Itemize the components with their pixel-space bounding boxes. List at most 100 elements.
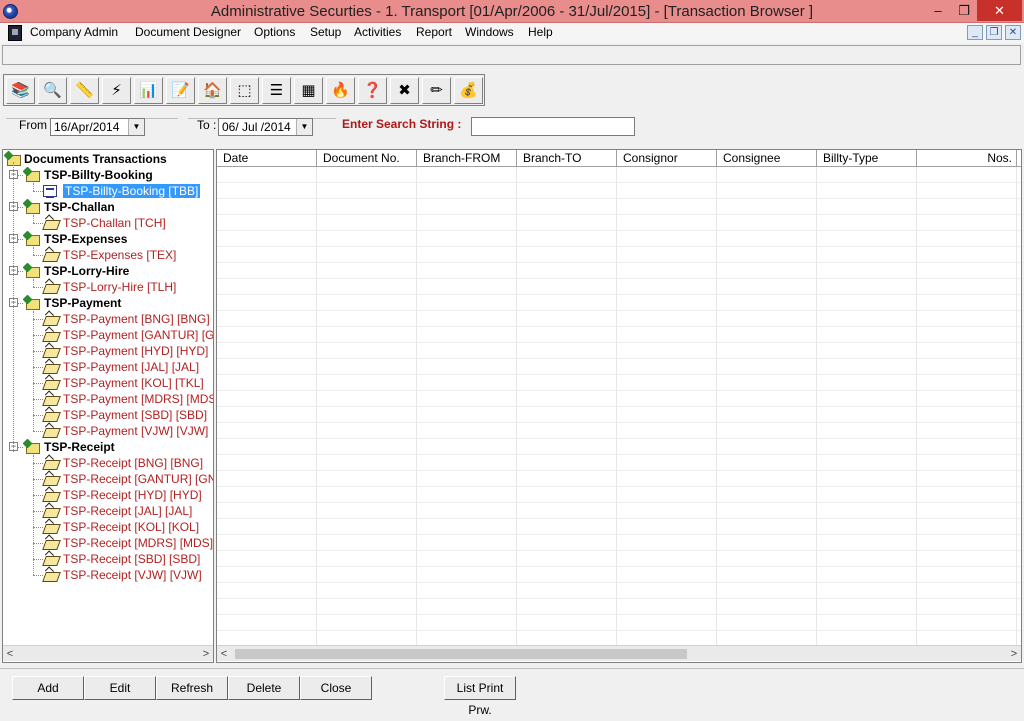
- tree-group-tsp-payment[interactable]: TSP-Payment: [3, 295, 121, 311]
- pen-document-icon: [43, 424, 59, 437]
- close-x-icon: ✖: [398, 82, 411, 99]
- chevron-down-icon[interactable]: ▼: [296, 119, 312, 135]
- document-tree[interactable]: Documents Transactions − TSP-Billty-Bookin…: [2, 149, 214, 663]
- tree-item-tsp-expenses-tex[interactable]: TSP-Expenses [TEX]: [3, 247, 176, 263]
- tree-group-label: TSP-Receipt: [44, 440, 115, 454]
- search-input[interactable]: [471, 117, 635, 136]
- menu-bar: Company Admin Document Designer Options …: [0, 23, 1024, 43]
- tree-item-label: TSP-Payment [MDRS] [MDS]: [63, 392, 214, 406]
- menu-company-admin[interactable]: Company Admin: [30, 25, 118, 39]
- toolbar-button-books[interactable]: 📚: [6, 77, 35, 104]
- tree-item-tsp-receipt-jal-jal[interactable]: TSP-Receipt [JAL] [JAL]: [3, 503, 192, 519]
- to-date-picker[interactable]: 06/ Jul /2014 ▼: [218, 118, 313, 136]
- menu-document-designer[interactable]: Document Designer: [135, 25, 241, 39]
- toolbar-button-cashbox[interactable]: 💰: [454, 77, 483, 104]
- folder-icon: [24, 232, 40, 246]
- tree-root[interactable]: Documents Transactions: [3, 151, 167, 167]
- minimize-button[interactable]: –: [925, 0, 951, 21]
- from-date-picker[interactable]: 16/Apr/2014 ▼: [50, 118, 145, 136]
- tree-item-label: TSP-Lorry-Hire [TLH]: [63, 280, 177, 294]
- restore-button[interactable]: ❐: [951, 0, 977, 21]
- toolbar-button-lines[interactable]: ☰: [262, 77, 291, 104]
- transaction-grid[interactable]: Date Document No. Branch-FROM Branch-TO Cons…: [216, 149, 1022, 663]
- mdi-minimize-button[interactable]: _: [967, 25, 983, 40]
- tree-item-label: TSP-Receipt [MDRS] [MDS]: [63, 536, 214, 550]
- tree-group-tsp-lorry-hire[interactable]: TSP-Lorry-Hire: [3, 263, 129, 279]
- tree-connector: [33, 311, 34, 431]
- scroll-left-icon[interactable]: <: [3, 646, 17, 662]
- tree-item-label: TSP-Receipt [BNG] [BNG]: [63, 456, 204, 470]
- tree-item-tsp-challan-tch[interactable]: TSP-Challan [TCH]: [3, 215, 166, 231]
- column-header-consignee[interactable]: Consignee: [717, 150, 817, 167]
- add-button[interactable]: Add: [12, 676, 84, 700]
- tree-item-label: TSP-Receipt [GANTUR] [GNT]: [63, 472, 214, 486]
- mdi-close-button[interactable]: ✕: [1005, 25, 1021, 40]
- status-strip: [2, 45, 1021, 65]
- tree-horizontal-scrollbar[interactable]: < >: [3, 645, 213, 661]
- grid-body[interactable]: [217, 167, 1021, 645]
- toolbar-button-frame[interactable]: ⬚: [230, 77, 259, 104]
- toolbar-button-lightning[interactable]: ⚡: [102, 77, 131, 104]
- tree-item-label: TSP-Receipt [HYD] [HYD]: [63, 488, 202, 502]
- list-print-preview-button[interactable]: List Print Prw.: [444, 676, 516, 717]
- folder-icon: [24, 440, 40, 454]
- toolbar-button-close-x[interactable]: ✖: [390, 77, 419, 104]
- tree-item-tsp-lorry-hire-tlh[interactable]: TSP-Lorry-Hire [TLH]: [3, 279, 176, 295]
- pen-document-icon: [43, 504, 59, 517]
- column-header-document-no[interactable]: Document No.: [317, 150, 417, 167]
- edit-button[interactable]: Edit: [84, 676, 156, 700]
- tree-group-tsp-challan[interactable]: TSP-Challan: [3, 199, 115, 215]
- toolbar-button-fire[interactable]: 🔥: [326, 77, 355, 104]
- folder-icon: [24, 200, 40, 214]
- toolbar-button-calendar-grid[interactable]: ▦: [294, 77, 323, 104]
- column-header-billty-type[interactable]: Billty-Type: [817, 150, 917, 167]
- menu-activities[interactable]: Activities: [354, 25, 401, 39]
- toolbar-button-preview[interactable]: 🔍: [38, 77, 67, 104]
- pen-document-icon: [43, 552, 59, 565]
- tree-group-tsp-expenses[interactable]: TSP-Expenses: [3, 231, 127, 247]
- column-header-consignor[interactable]: Consignor: [617, 150, 717, 167]
- toolbar-button-ruler[interactable]: 📏: [70, 77, 99, 104]
- menu-help[interactable]: Help: [528, 25, 553, 39]
- delete-button[interactable]: Delete: [228, 676, 300, 700]
- toolbar-button-bar-chart[interactable]: 📊: [134, 77, 163, 104]
- lines-icon: ☰: [269, 82, 284, 99]
- column-header-branch-from[interactable]: Branch-FROM: [417, 150, 517, 167]
- column-header-branch-to[interactable]: Branch-TO: [517, 150, 617, 167]
- tree-item-label: TSP-Payment [VJW] [VJW]: [63, 424, 209, 438]
- pen-document-icon: [43, 216, 59, 229]
- tree-group-label: TSP-Expenses: [44, 232, 128, 246]
- close-button[interactable]: Close: [300, 676, 372, 700]
- column-header-nos[interactable]: Nos.: [917, 150, 1017, 167]
- tree-group-tsp-billty-booking[interactable]: TSP-Billty-Booking: [3, 167, 153, 183]
- menu-report[interactable]: Report: [416, 25, 452, 39]
- tree-connector: [33, 183, 34, 191]
- chevron-down-icon[interactable]: ▼: [128, 119, 144, 135]
- toolbar-button-edit-pencil[interactable]: ✏: [422, 77, 451, 104]
- document-window-icon[interactable]: [8, 25, 22, 41]
- refresh-button[interactable]: Refresh: [156, 676, 228, 700]
- column-header-date[interactable]: Date: [217, 150, 317, 167]
- scroll-thumb[interactable]: [235, 649, 687, 659]
- menu-windows[interactable]: Windows: [465, 25, 514, 39]
- tree-group-tsp-receipt[interactable]: TSP-Receipt: [3, 439, 115, 455]
- pen-document-icon: [43, 344, 59, 357]
- tree-item-tsp-payment-mdrs-mds[interactable]: TSP-Payment [MDRS] [MDS]: [3, 391, 214, 407]
- mdi-restore-button[interactable]: ❐: [986, 25, 1002, 40]
- toolbar-button-house-user[interactable]: 🏠: [198, 77, 227, 104]
- scroll-right-icon[interactable]: >: [1007, 646, 1021, 662]
- tree-item-tsp-payment-bng-bng[interactable]: TSP-Payment [BNG] [BNG]: [3, 311, 210, 327]
- house-user-icon: 🏠: [203, 82, 222, 99]
- tree-connector: [33, 215, 34, 223]
- toolbar-button-help-question[interactable]: ❓: [358, 77, 387, 104]
- grid-horizontal-scrollbar[interactable]: < >: [217, 645, 1021, 661]
- scroll-right-icon[interactable]: >: [199, 646, 213, 662]
- tree-item-tsp-receipt-mdrs-mds[interactable]: TSP-Receipt [MDRS] [MDS]: [3, 535, 213, 551]
- scroll-left-icon[interactable]: <: [217, 646, 231, 662]
- tree-item-tsp-payment-gantur-gnt[interactable]: TSP-Payment [GANTUR] [GNT]: [3, 327, 213, 343]
- menu-options[interactable]: Options: [254, 25, 295, 39]
- tree-item-tsp-receipt-gantur-gnt[interactable]: TSP-Receipt [GANTUR] [GNT]: [3, 471, 214, 487]
- toolbar-button-memo[interactable]: 📝: [166, 77, 195, 104]
- menu-setup[interactable]: Setup: [310, 25, 341, 39]
- close-window-button[interactable]: ✕: [977, 0, 1022, 21]
